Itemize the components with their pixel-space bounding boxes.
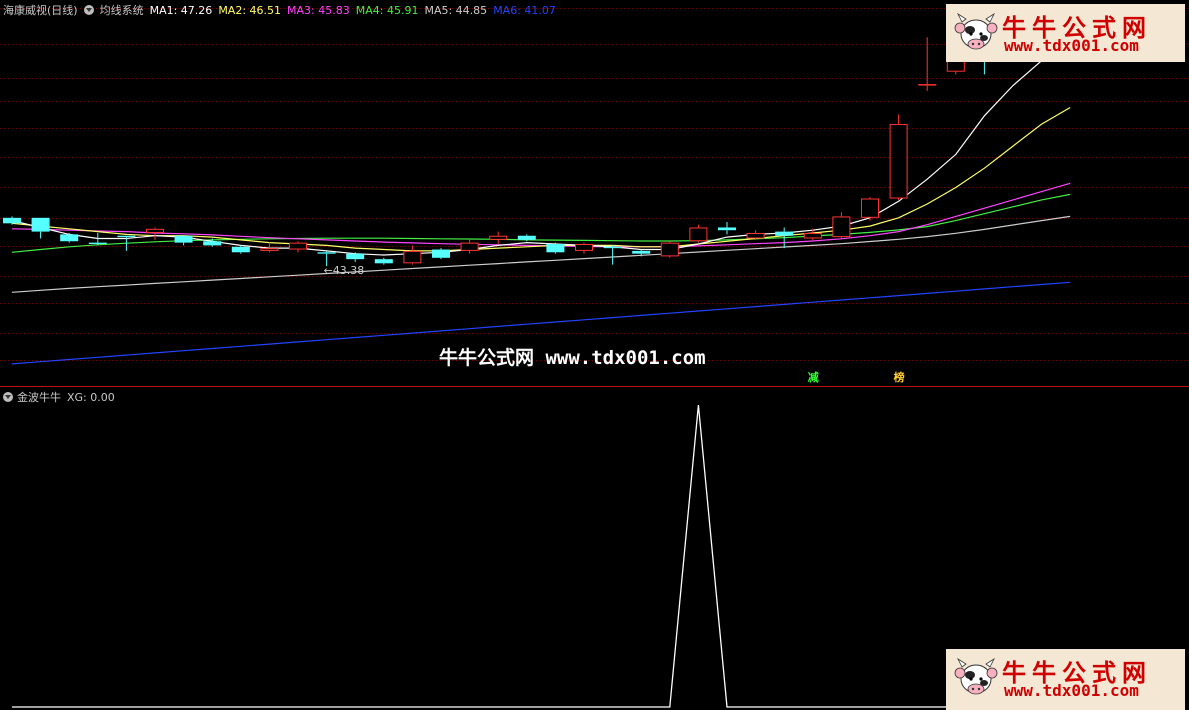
candle-body	[117, 235, 136, 238]
candle	[403, 245, 422, 265]
candle	[546, 242, 565, 254]
candle-body	[632, 250, 651, 254]
candle-body	[146, 228, 164, 233]
stock-name[interactable]: 海康威视(日线)	[3, 2, 78, 18]
candle	[231, 245, 250, 254]
candle-body	[660, 242, 679, 257]
stock-chart-window: 海康威视(日线) 均线系统 MA1: 47.26 MA2: 46.51 MA3: 4…	[0, 0, 1189, 710]
candle-body	[775, 231, 794, 236]
candle-body	[403, 250, 422, 264]
candle-body	[889, 124, 908, 199]
candle-body	[546, 244, 565, 253]
indicator-panel-header: 金波牛牛 XG: 0.00	[0, 389, 115, 405]
candle-body	[517, 235, 536, 240]
candle-body	[31, 217, 50, 232]
ma-legend-item: MA2: 46.51	[218, 3, 282, 17]
cow-mascot-icon	[954, 657, 998, 695]
ma1-line	[11, 43, 1071, 256]
candle	[660, 241, 679, 258]
candle	[603, 245, 622, 265]
candle-body	[174, 235, 193, 243]
ma5-line	[11, 215, 1071, 293]
candle	[918, 37, 937, 91]
candle	[432, 248, 450, 260]
xg-line	[12, 404, 1071, 708]
ma-legend-item: MA1: 47.26	[149, 3, 213, 17]
indicator-chart	[12, 404, 1071, 708]
candle-body	[260, 248, 279, 251]
ma-legend-item: MA4: 45.91	[355, 3, 419, 17]
candle-body	[603, 246, 622, 249]
ma2-line	[11, 106, 1071, 252]
candle-body	[460, 242, 479, 251]
candle	[861, 197, 879, 221]
candle	[489, 231, 508, 245]
candle	[31, 217, 50, 239]
signal-label-bang: 榜	[893, 371, 905, 384]
main-chart-header: 海康威视(日线) 均线系统 MA1: 47.26 MA2: 46.51 MA3: 4…	[0, 2, 568, 18]
candle-body	[88, 242, 107, 245]
candle	[575, 242, 593, 254]
candle-body	[346, 253, 365, 260]
watermark-text: 牛牛公式网 www.tdx001.com	[439, 347, 706, 369]
candle-body	[374, 259, 393, 264]
candle-body	[575, 244, 593, 251]
candle-body	[832, 216, 851, 238]
candle-body	[489, 235, 508, 240]
ma-legend: MA1: 47.26 MA2: 46.51 MA3: 45.83 MA4: 45.91…	[150, 4, 562, 17]
candle-body	[803, 232, 822, 239]
candle-body	[432, 249, 450, 258]
ma-legend-item: MA3: 45.83	[287, 3, 350, 17]
candle	[289, 241, 307, 253]
site-logo-bottom: 牛牛公式网 www.tdx001.com	[946, 649, 1185, 710]
candle-body	[3, 217, 21, 224]
candle-body	[718, 227, 736, 231]
ma-legend-item: MA6: 41.07	[493, 3, 556, 17]
candle	[374, 257, 393, 265]
candle-body	[689, 227, 708, 242]
candle	[60, 232, 79, 243]
site-logo-top: 牛牛公式网 www.tdx001.com	[946, 4, 1185, 62]
indicator-dropdown-icon[interactable]	[3, 392, 13, 402]
candle	[88, 232, 107, 246]
indicator-panel-name[interactable]: 金波牛牛	[17, 389, 61, 405]
indicator-dropdown-icon[interactable]	[83, 5, 94, 15]
candle-body	[289, 242, 307, 250]
candle	[718, 221, 736, 235]
logo-url: www.tdx001.com	[1004, 681, 1139, 700]
candle-body	[746, 232, 765, 239]
candle	[174, 235, 193, 246]
indicator-panel-value: XG: 0.00	[67, 390, 115, 404]
candle-body	[60, 234, 79, 242]
candle	[832, 212, 851, 239]
candle	[346, 252, 365, 262]
signal-label-jian: 减	[807, 371, 819, 384]
cow-mascot-icon	[954, 12, 998, 50]
logo-url: www.tdx001.com	[1004, 36, 1139, 55]
candlesticks	[3, 24, 1080, 267]
candle-body	[918, 84, 937, 86]
candle	[889, 114, 908, 200]
candle-body	[231, 246, 250, 253]
moving-average-lines	[11, 43, 1071, 365]
candle-body	[861, 198, 879, 218]
candle	[460, 239, 479, 254]
low-price-label: ←43.38	[323, 264, 365, 278]
ma3-line	[11, 182, 1071, 248]
indicator-name[interactable]: 均线系统	[100, 2, 144, 18]
candle	[746, 230, 765, 240]
candle	[689, 224, 708, 243]
candle-body	[317, 252, 336, 254]
ma-legend-item: MA5: 44.85	[424, 3, 488, 17]
candle-body	[203, 241, 222, 246]
